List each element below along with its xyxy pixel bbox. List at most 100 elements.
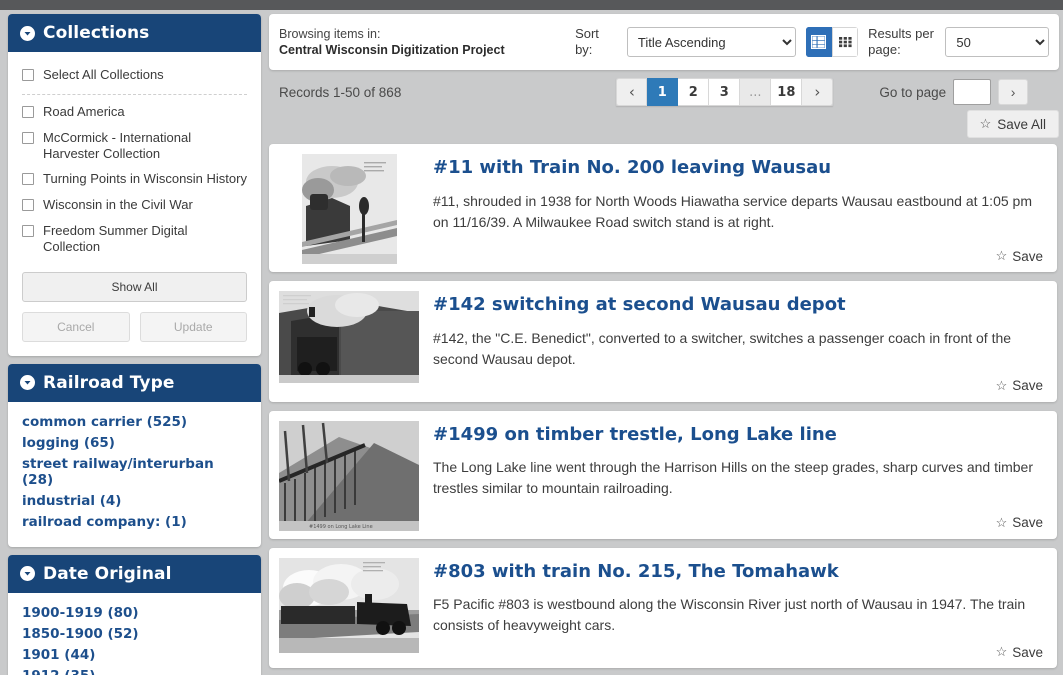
- show-all-collections-button[interactable]: Show All: [22, 271, 247, 302]
- result-card[interactable]: #142 switching at second Wausau depot #1…: [269, 281, 1057, 402]
- page-button-18[interactable]: 18: [771, 78, 803, 106]
- checkbox-box[interactable]: [22, 173, 34, 186]
- star-outline-icon: ☆: [995, 514, 1008, 530]
- grid-view-icon[interactable]: [832, 27, 859, 57]
- facet-railroad-type-header[interactable]: Railroad Type: [8, 363, 261, 402]
- result-footer: ☆ Save: [433, 240, 1043, 264]
- result-body: #803 with train No. 215, The Tomahawk F5…: [433, 558, 1043, 661]
- result-body: #11 with Train No. 200 leaving Wausau #1…: [433, 154, 1043, 264]
- go-to-page-label: Go to page: [879, 84, 947, 100]
- facet-collections-title: Collections: [43, 23, 150, 43]
- checkbox-road-america[interactable]: Road America: [22, 99, 247, 125]
- facet-divider: [22, 93, 247, 95]
- update-button[interactable]: Update: [139, 311, 247, 342]
- save-item-button[interactable]: ☆ Save: [996, 515, 1043, 531]
- save-all-button[interactable]: ☆ Save All: [966, 110, 1059, 138]
- chevron-down-icon: [20, 25, 35, 41]
- facet-sidebar: Collections Select All Collections Road …: [8, 14, 261, 675]
- cancel-button[interactable]: Cancel: [22, 311, 130, 342]
- result-card[interactable]: #803 with train No. 215, The Tomahawk F5…: [269, 547, 1057, 669]
- save-all-row: ☆ Save All: [269, 108, 1059, 144]
- save-item-button[interactable]: ☆ Save: [996, 644, 1043, 660]
- save-item-button[interactable]: ☆ Save: [996, 378, 1043, 394]
- checkbox-box[interactable]: [22, 105, 34, 118]
- list-view-icon[interactable]: [805, 27, 833, 57]
- facet-link-railroad-company[interactable]: railroad company: (1): [22, 512, 247, 533]
- checkbox-label: Freedom Summer Digital Collection: [43, 223, 188, 255]
- save-item-label: Save: [1012, 515, 1043, 531]
- facet-link-street-railway-interurban[interactable]: street railway/interurban (28): [22, 454, 247, 491]
- svg-text:#1499 on Long Lake Line: #1499 on Long Lake Line: [309, 524, 373, 530]
- chevron-down-icon: [20, 375, 35, 391]
- page-ellipsis: ...: [740, 78, 772, 106]
- checkbox-label: McCormick - International Harvester Coll…: [43, 129, 192, 161]
- result-description: #11, shrouded in 1938 for North Woods Hi…: [433, 192, 1032, 230]
- checkbox-box[interactable]: [22, 199, 34, 212]
- results-toolbar: Browsing items in: Central Wisconsin Dig…: [269, 14, 1059, 70]
- facet-collections-header[interactable]: Collections: [8, 14, 261, 52]
- chevron-down-icon: [20, 566, 35, 582]
- result-description: The Long Lake line went through the Harr…: [433, 459, 1034, 497]
- checkbox-wisconsin-in-the-civil-war[interactable]: Wisconsin in the Civil War: [22, 192, 247, 218]
- facet-link-1850-1900[interactable]: 1850-1900 (52): [22, 624, 247, 645]
- results-main: Browsing items in: Central Wisconsin Dig…: [269, 14, 1059, 675]
- facet-link-1901[interactable]: 1901 (44): [22, 645, 247, 666]
- save-item-button[interactable]: ☆ Save: [996, 248, 1043, 264]
- result-title-link[interactable]: #11 with Train No. 200 leaving Wausau: [433, 157, 1043, 179]
- result-thumbnail[interactable]: [279, 557, 419, 661]
- result-thumbnail[interactable]: [279, 291, 419, 394]
- browsing-context: Browsing items in: Central Wisconsin Dig…: [279, 26, 559, 58]
- result-title-link[interactable]: #142 switching at second Wausau depot: [433, 294, 1043, 316]
- chevron-right-icon[interactable]: ›: [802, 78, 834, 106]
- facet-link-industrial[interactable]: industrial (4): [22, 491, 247, 512]
- checkbox-select-all-collections[interactable]: Select All Collections: [22, 62, 247, 88]
- sort-by-label: Sort by:: [575, 26, 599, 57]
- browser-chrome-bar: [0, 0, 1063, 10]
- go-to-page-group: Go to page ›: [879, 79, 1029, 105]
- chevron-left-icon[interactable]: ‹: [616, 78, 648, 106]
- result-description: F5 Pacific #803 is westbound along the W…: [433, 596, 1026, 634]
- checkbox-label: Turning Points in Wisconsin History: [43, 171, 247, 187]
- result-card[interactable]: #1499 on Long Lake Line #1499 on timber …: [269, 410, 1057, 539]
- result-footer: ☆ Save: [433, 507, 1043, 531]
- result-thumbnail[interactable]: [279, 154, 419, 264]
- star-outline-icon: ☆: [995, 377, 1008, 393]
- result-card[interactable]: #11 with Train No. 200 leaving Wausau #1…: [269, 144, 1057, 272]
- save-item-label: Save: [1012, 644, 1043, 660]
- checkbox-box[interactable]: [22, 131, 34, 144]
- star-outline-icon: ☆: [979, 116, 992, 131]
- go-to-page-submit-button[interactable]: ›: [998, 79, 1029, 105]
- sort-select[interactable]: Title Ascending: [626, 27, 796, 57]
- facet-date-original-header[interactable]: Date Original: [8, 554, 261, 593]
- facet-date-original: Date Original 1900-1919 (80) 1850-1900 (…: [8, 554, 261, 675]
- browsing-prefix: Browsing items in:: [279, 27, 381, 41]
- page-button-2[interactable]: 2: [678, 78, 710, 106]
- facet-railroad-type-body: common carrier (525) logging (65) street…: [8, 402, 261, 547]
- checkbox-box[interactable]: [22, 69, 34, 81]
- checkbox-label: Select All Collections: [43, 67, 164, 82]
- records-count: Records 1-50 of 868: [279, 84, 402, 100]
- results-per-page-select[interactable]: 50: [945, 27, 1049, 57]
- result-title-link[interactable]: #803 with train No. 215, The Tomahawk: [433, 561, 1043, 583]
- go-to-page-input[interactable]: [953, 79, 992, 105]
- facet-link-logging[interactable]: logging (65): [22, 433, 247, 454]
- checkbox-freedom-summer-digital-collection[interactable]: Freedom Summer Digital Collection: [22, 218, 247, 260]
- checkbox-label: Wisconsin in the Civil War: [43, 197, 193, 213]
- facet-link-1912[interactable]: 1912 (35): [22, 666, 247, 675]
- page-button-3[interactable]: 3: [709, 78, 741, 106]
- result-thumbnail[interactable]: #1499 on Long Lake Line: [279, 420, 419, 531]
- view-toggle-group: [805, 27, 859, 57]
- checkbox-mccormick-international-harvester-collection[interactable]: McCormick - International Harvester Coll…: [22, 125, 247, 167]
- facet-link-1900-1919[interactable]: 1900-1919 (80): [22, 603, 247, 624]
- checkbox-box[interactable]: [22, 225, 34, 238]
- star-outline-icon: ☆: [995, 644, 1008, 660]
- checkbox-turning-points-in-wisconsin-history[interactable]: Turning Points in Wisconsin History: [22, 166, 247, 192]
- page-container: Collections Select All Collections Road …: [0, 10, 1063, 675]
- facet-link-common-carrier[interactable]: common carrier (525): [22, 412, 247, 433]
- save-item-label: Save: [1012, 248, 1043, 264]
- page-button-1[interactable]: 1: [647, 78, 679, 106]
- steam-locomotive-photo: [301, 154, 397, 264]
- depot-switching-photo: [279, 291, 419, 383]
- result-title-link[interactable]: #1499 on timber trestle, Long Lake line: [433, 424, 1043, 446]
- checkbox-label: Road America: [43, 103, 125, 119]
